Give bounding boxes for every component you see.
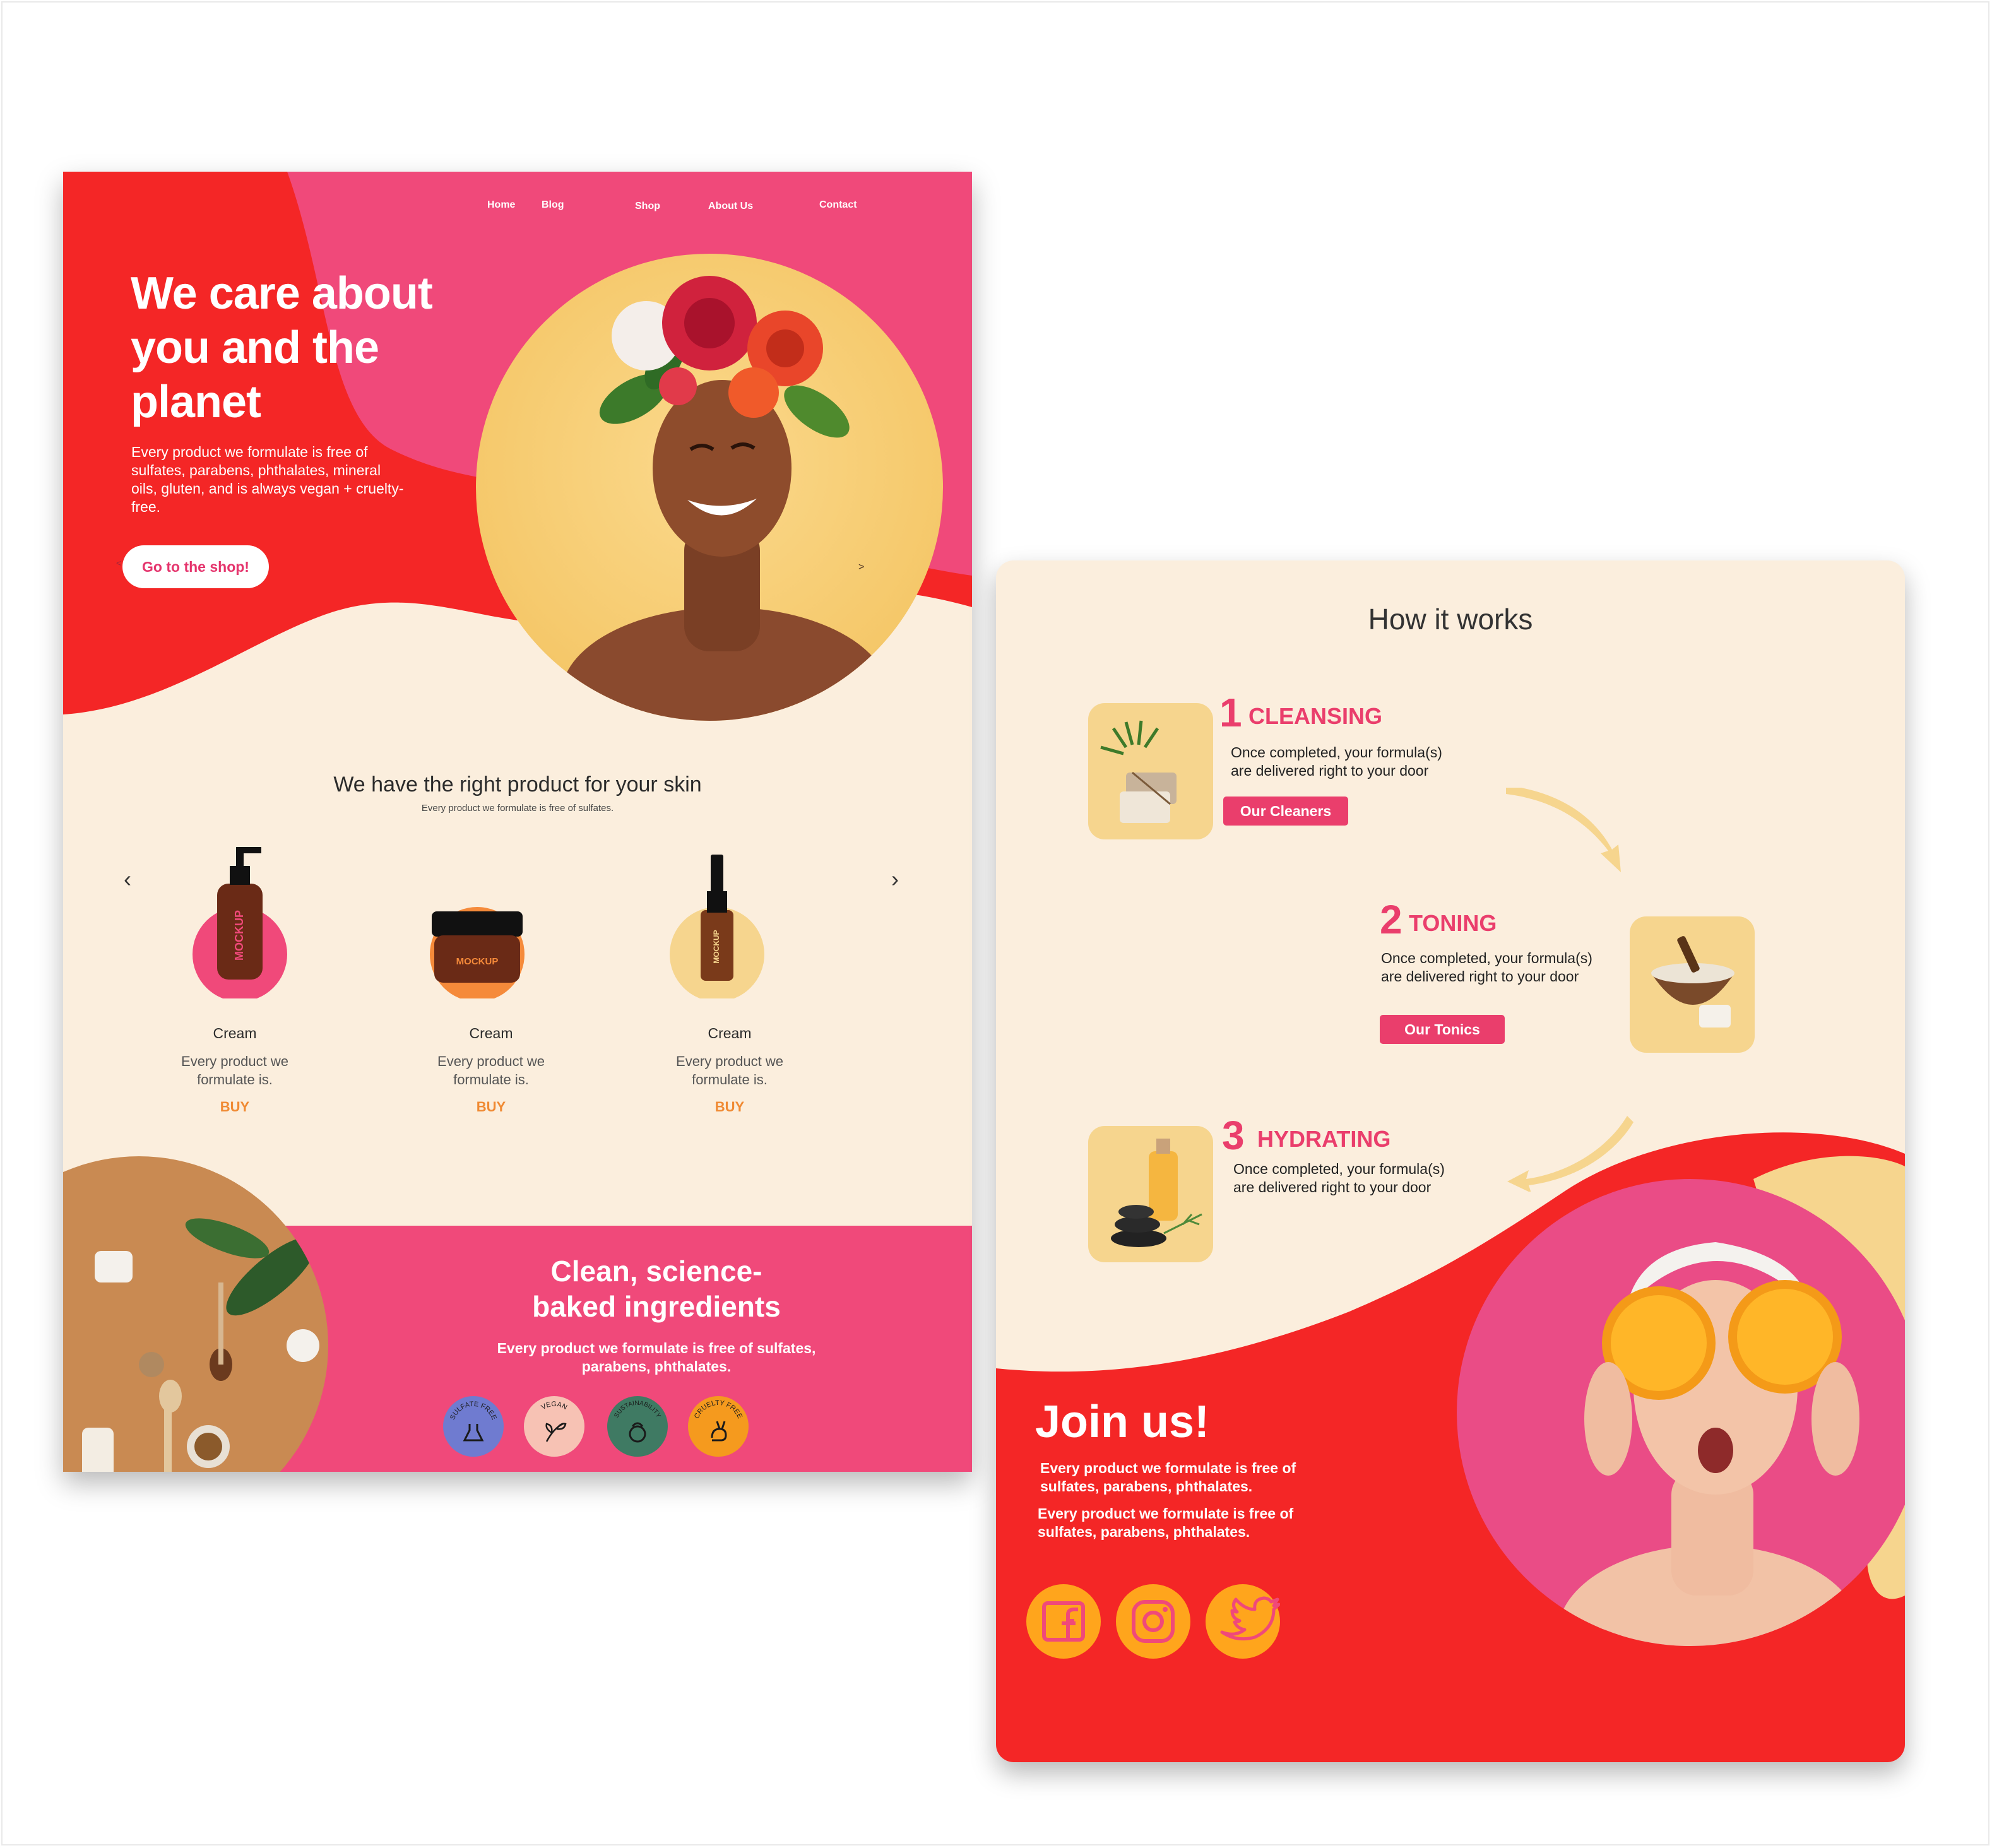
sulfate-free-badge: SULFATE FREE bbox=[443, 1396, 504, 1457]
products-section-subtitle: Every product we formulate is free of su… bbox=[421, 803, 614, 814]
join-text-line: Every product we formulate is free of bbox=[1040, 1460, 1296, 1476]
product-description: Every product we formulate is. bbox=[437, 1053, 545, 1087]
product-card: Cream Every product we formulate is. BUY bbox=[153, 1025, 317, 1115]
join-text-line: sulfates, parabens, phthalates. bbox=[1038, 1524, 1250, 1540]
join-text-line: Every product we formulate is free of bbox=[1038, 1505, 1294, 1522]
sustainability-badge: SUSTAINABILITY bbox=[607, 1396, 668, 1457]
go-to-shop-button[interactable]: Go to the shop! bbox=[122, 545, 269, 588]
buy-button[interactable]: BUY bbox=[409, 1099, 573, 1115]
hero-portrait-image bbox=[476, 254, 943, 721]
join-text-line: sulfates, parabens, phthalates. bbox=[1040, 1478, 1253, 1495]
step-description-line: are delivered right to your door bbox=[1381, 968, 1579, 985]
facebook-icon bbox=[1042, 1601, 1085, 1642]
svg-text:VEGAN: VEGAN bbox=[540, 1401, 569, 1411]
badge-label: SUSTAINABILITY bbox=[613, 1400, 661, 1419]
rabbit-icon bbox=[711, 1421, 727, 1442]
how-it-works-page: How it works 1 CLEANSING Once completed,… bbox=[996, 560, 1905, 1762]
cruelty-free-badge: CRUELTY FREE bbox=[688, 1396, 749, 1457]
step-description-line: are delivered right to your door bbox=[1231, 762, 1429, 779]
soap-icon bbox=[1100, 720, 1177, 823]
instagram-icon bbox=[1132, 1600, 1175, 1643]
svg-text:SUSTAINABILITY: SUSTAINABILITY bbox=[613, 1400, 661, 1419]
products-section-title: We have the right product for your skin bbox=[333, 773, 702, 797]
hero-title-line: planet bbox=[131, 377, 261, 427]
ingredients-title-line: baked ingredients bbox=[532, 1290, 781, 1323]
instagram-button[interactable] bbox=[1116, 1584, 1190, 1659]
flask-icon bbox=[463, 1424, 484, 1442]
ingredients-flatlay-image bbox=[63, 1156, 328, 1472]
products-prev-arrow[interactable]: ‹ bbox=[124, 866, 131, 892]
buy-button[interactable]: BUY bbox=[153, 1099, 317, 1115]
twitter-button[interactable] bbox=[1206, 1584, 1280, 1659]
product-card: Cream Every product we formulate is. BUY bbox=[648, 1025, 812, 1115]
product-image-pump-bottle: MOCKUP bbox=[193, 847, 287, 998]
join-title: Join us! bbox=[1035, 1397, 1210, 1447]
join-text: Every product we formulate is free of su… bbox=[1040, 1459, 1331, 1496]
hero-prev-arrow[interactable]: < bbox=[116, 558, 121, 568]
twitter-icon bbox=[1220, 1596, 1280, 1641]
hero-title: We care about you and the planet bbox=[131, 266, 522, 429]
step-title: TONING bbox=[1409, 910, 1497, 936]
step-description-line: Once completed, your formula(s) bbox=[1381, 950, 1592, 966]
step-number: 2 bbox=[1380, 897, 1402, 942]
ingredients-title: Clean, science- baked ingredients bbox=[467, 1253, 846, 1324]
bowl-icon bbox=[1651, 936, 1734, 1028]
step-description: Once completed, your formula(s) are deli… bbox=[1381, 949, 1621, 986]
product-label: MOCKUP bbox=[456, 956, 499, 967]
cleansing-tile bbox=[1088, 703, 1213, 839]
svg-text:SULFATE FREE: SULFATE FREE bbox=[449, 1401, 498, 1421]
product-image-jar: MOCKUP bbox=[430, 907, 525, 998]
landing-page: Home Blog Shop About Us Contact We care … bbox=[63, 172, 972, 1472]
step-number: 3 bbox=[1222, 1113, 1245, 1158]
product-label: MOCKUP bbox=[712, 930, 721, 963]
hero-title-line: We care about bbox=[131, 268, 433, 319]
join-text: Every product we formulate is free of su… bbox=[1038, 1505, 1328, 1541]
vegan-badge: VEGAN bbox=[524, 1396, 584, 1457]
join-portrait-image bbox=[1457, 1179, 1905, 1646]
ingredients-subtitle: Every product we formulate is free of su… bbox=[497, 1340, 816, 1375]
how-it-works-title: How it works bbox=[1368, 603, 1533, 636]
step-description-line: Once completed, your formula(s) bbox=[1231, 744, 1442, 761]
nav-contact[interactable]: Contact bbox=[819, 199, 857, 211]
leaf-icon bbox=[545, 1423, 567, 1442]
product-card: Cream Every product we formulate is. BUY bbox=[409, 1025, 573, 1115]
product-description: Every product we formulate is. bbox=[181, 1053, 288, 1087]
our-tonics-button[interactable]: Our Tonics bbox=[1380, 1015, 1505, 1044]
badge-label: SULFATE FREE bbox=[449, 1401, 498, 1421]
oil-stones-icon bbox=[1111, 1139, 1202, 1247]
step-description: Once completed, your formula(s) are deli… bbox=[1231, 743, 1471, 780]
step-description: Once completed, your formula(s) are deli… bbox=[1233, 1160, 1473, 1197]
svg-text:CRUELTY FREE: CRUELTY FREE bbox=[693, 1399, 744, 1420]
products-next-arrow[interactable]: › bbox=[891, 866, 899, 892]
ingredients-title-line: Clean, science- bbox=[550, 1255, 762, 1288]
curved-arrow-right bbox=[1506, 788, 1621, 872]
hydrating-tile bbox=[1088, 1126, 1213, 1262]
badge-label: CRUELTY FREE bbox=[693, 1399, 744, 1420]
facebook-button[interactable] bbox=[1026, 1584, 1101, 1659]
hero-subtitle: Every product we formulate is free of su… bbox=[131, 444, 404, 515]
hero-next-arrow[interactable]: > bbox=[858, 562, 864, 573]
toning-tile bbox=[1630, 916, 1755, 1053]
nav-shop[interactable]: Shop bbox=[635, 201, 660, 212]
product-name: Cream bbox=[469, 1025, 513, 1041]
buy-button[interactable]: BUY bbox=[648, 1099, 812, 1115]
product-description: Every product we formulate is. bbox=[676, 1053, 783, 1087]
nav-about[interactable]: About Us bbox=[708, 201, 753, 212]
earth-icon bbox=[629, 1425, 646, 1443]
hero-title-line: you and the bbox=[131, 323, 379, 373]
step-title: HYDRATING bbox=[1257, 1126, 1391, 1152]
product-name: Cream bbox=[213, 1025, 257, 1041]
product-label: MOCKUP bbox=[233, 910, 246, 961]
step-description-line: Once completed, your formula(s) bbox=[1233, 1161, 1445, 1177]
step-title: CLEANSING bbox=[1248, 703, 1383, 729]
our-cleaners-button[interactable]: Our Cleaners bbox=[1223, 797, 1348, 826]
nav-home[interactable]: Home bbox=[487, 199, 515, 211]
product-image-serum-bottle: MOCKUP bbox=[670, 855, 764, 998]
woman-flower-crown-illustration bbox=[561, 276, 889, 721]
step-number: 1 bbox=[1219, 690, 1242, 735]
nav-blog[interactable]: Blog bbox=[542, 199, 564, 211]
product-name: Cream bbox=[708, 1025, 752, 1041]
badge-label: VEGAN bbox=[540, 1401, 569, 1411]
step-description-line: are delivered right to your door bbox=[1233, 1179, 1432, 1195]
